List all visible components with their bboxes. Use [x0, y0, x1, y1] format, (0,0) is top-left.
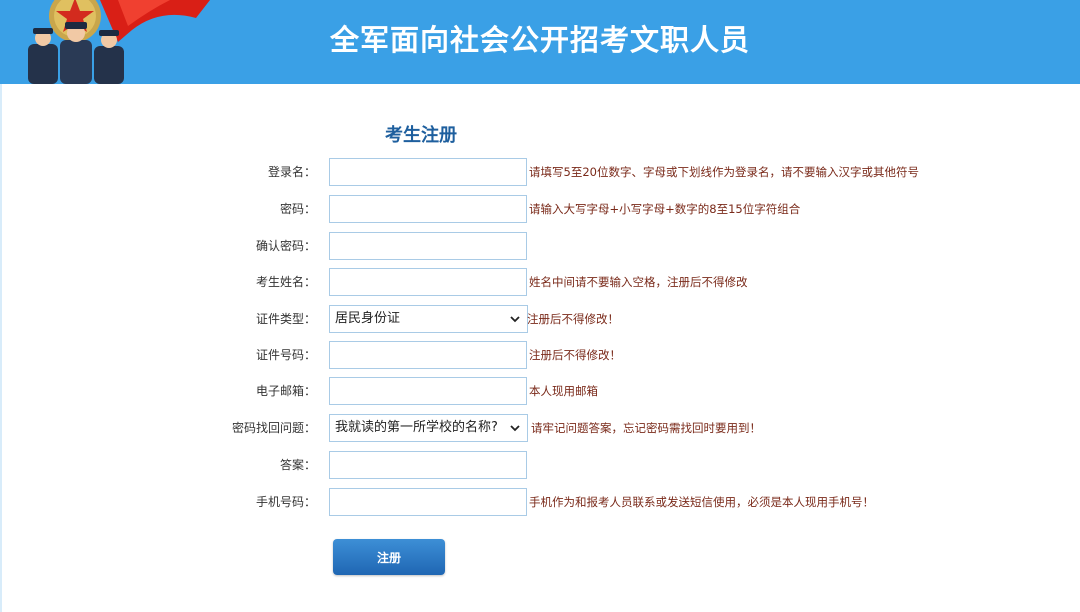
- row-id-number: 证件号码： 注册后不得修改！: [0, 341, 1080, 369]
- confirm-password-input[interactable]: [329, 232, 527, 260]
- username-label: 登录名：: [267, 165, 316, 179]
- row-phone: 手机号码： 手机作为和报考人员联系或发送短信使用，必须是本人现用手机号！: [0, 488, 1080, 516]
- security-question-select[interactable]: 我就读的第一所学校的名称?: [329, 414, 528, 442]
- id-number-label: 证件号码：: [255, 348, 316, 362]
- answer-input[interactable]: [329, 451, 527, 479]
- security-question-hint: 请牢记问题答案，忘记密码需找回时要用到！: [531, 421, 761, 435]
- site-title: 全军面向社会公开招考文职人员: [329, 23, 750, 57]
- form-title: 考生注册: [385, 125, 457, 146]
- row-email: 电子邮箱： 本人现用邮箱: [0, 377, 1080, 405]
- id-number-input[interactable]: [329, 341, 527, 369]
- name-input[interactable]: [329, 268, 527, 296]
- id-type-selected: 居民身份证: [335, 311, 401, 326]
- id-type-hint: 注册后不得修改！: [527, 312, 619, 326]
- security-question-selected: 我就读的第一所学校的名称?: [335, 420, 498, 435]
- id-type-label: 证件类型：: [255, 312, 316, 326]
- id-type-select[interactable]: 居民身份证: [329, 305, 528, 333]
- name-label: 考生姓名：: [255, 275, 316, 289]
- confirm-password-label: 确认密码：: [255, 239, 316, 253]
- row-confirm-password: 确认密码：: [0, 232, 1080, 260]
- row-id-type: 证件类型： 居民身份证 注册后不得修改！: [0, 305, 1080, 333]
- email-label: 电子邮箱：: [255, 384, 316, 398]
- password-label: 密码：: [279, 202, 316, 216]
- password-input[interactable]: [329, 195, 527, 223]
- password-hint: 请输入大写字母+小写字母+数字的8至15位字符组合: [529, 202, 801, 216]
- phone-hint: 手机作为和报考人员联系或发送短信使用，必须是本人现用手机号！: [529, 495, 874, 509]
- row-username: 登录名： 请填写5至20位数字、字母或下划线作为登录名，请不要输入汉字或其他符号: [0, 158, 1080, 186]
- username-input[interactable]: [329, 158, 527, 186]
- security-question-label: 密码找回问题：: [231, 421, 316, 435]
- answer-label: 答案：: [279, 458, 316, 472]
- email-input[interactable]: [329, 377, 527, 405]
- id-number-hint: 注册后不得修改！: [529, 348, 621, 362]
- phone-input[interactable]: [329, 488, 527, 516]
- register-button[interactable]: 注册: [333, 539, 445, 575]
- row-password: 密码： 请输入大写字母+小写字母+数字的8至15位字符组合: [0, 195, 1080, 223]
- username-hint: 请填写5至20位数字、字母或下划线作为登录名，请不要输入汉字或其他符号: [529, 165, 919, 179]
- header-banner: 全军面向社会公开招考文职人员: [0, 0, 1080, 84]
- row-security-question: 密码找回问题： 我就读的第一所学校的名称? 请牢记问题答案，忘记密码需找回时要用…: [0, 414, 1080, 442]
- chevron-down-icon: [510, 425, 520, 432]
- name-hint: 姓名中间请不要输入空格，注册后不得修改: [529, 275, 748, 289]
- row-answer: 答案：: [0, 451, 1080, 479]
- phone-label: 手机号码：: [255, 495, 316, 509]
- chevron-down-icon: [510, 316, 520, 323]
- email-hint: 本人现用邮箱: [529, 384, 598, 398]
- row-name: 考生姓名： 姓名中间请不要输入空格，注册后不得修改: [0, 268, 1080, 296]
